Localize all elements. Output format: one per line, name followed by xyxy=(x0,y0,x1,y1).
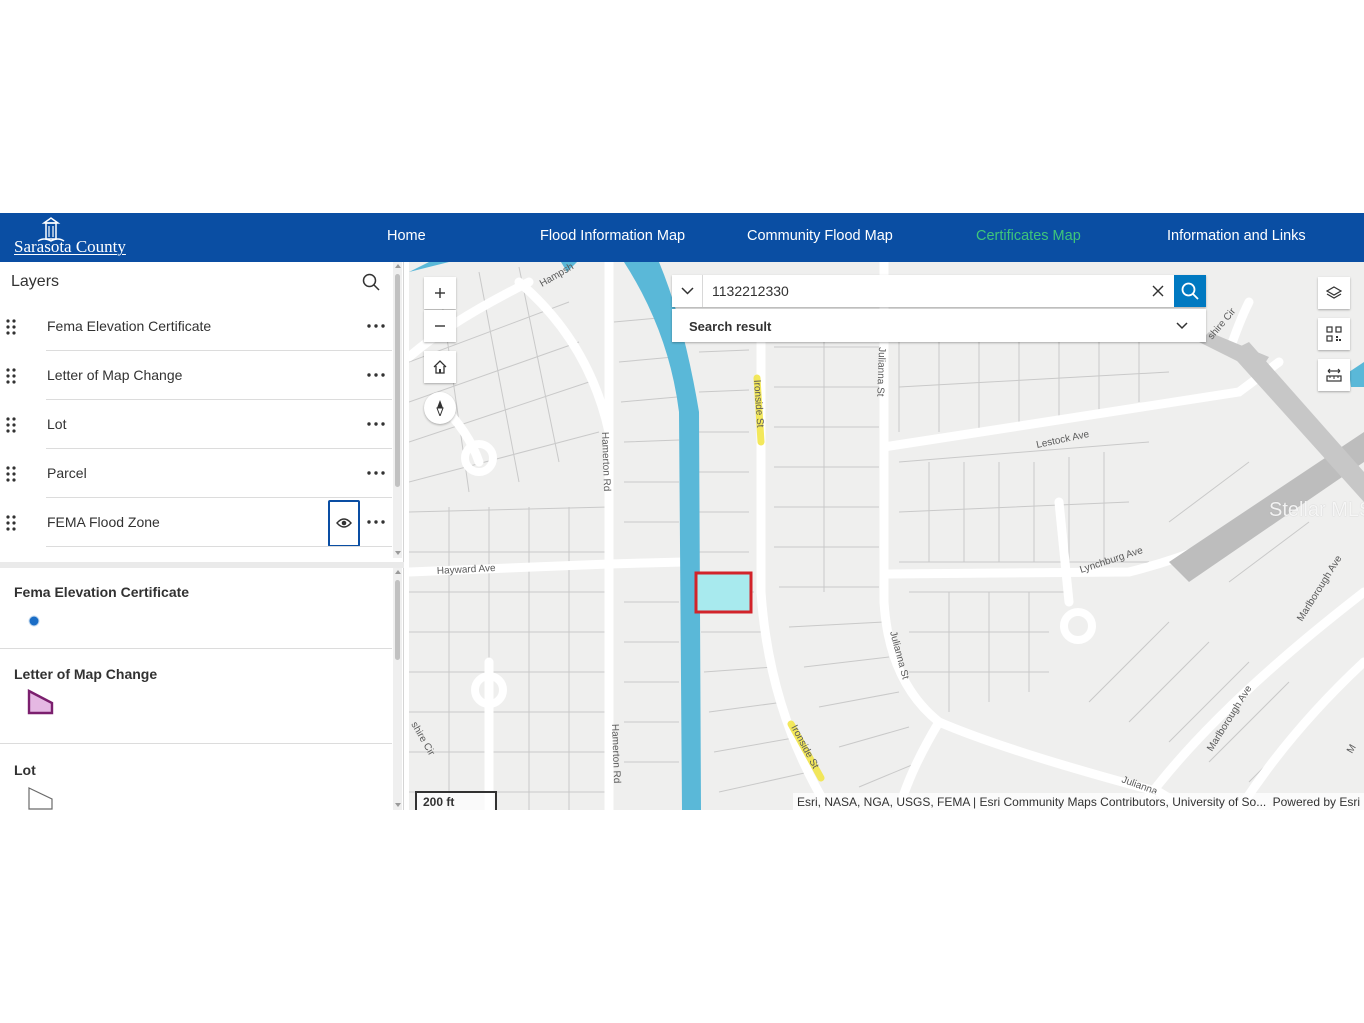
close-icon xyxy=(1152,285,1164,297)
legend-letter-of-map-change: Letter of Map Change xyxy=(0,649,392,744)
street-label-hamerton-top: Hamerton Rd xyxy=(599,432,612,492)
more-options-icon[interactable] xyxy=(364,463,388,483)
scroll-thumb[interactable] xyxy=(395,580,400,660)
chevron-down-icon xyxy=(681,287,694,295)
more-options-icon[interactable] xyxy=(364,512,388,532)
scale-label: 200 ft xyxy=(423,795,455,809)
layer-item-fema-flood-zone[interactable]: FEMA Flood Zone xyxy=(0,498,392,547)
nav-community-flood-map[interactable]: Community Flood Map xyxy=(747,228,893,244)
layer-list-button[interactable] xyxy=(1318,277,1350,309)
measure-icon xyxy=(1326,368,1342,382)
plus-icon xyxy=(435,288,445,298)
layer-label: Lot xyxy=(47,416,67,432)
drag-handle-icon[interactable] xyxy=(5,318,17,336)
attribution-text[interactable]: Esri, NASA, NGA, USGS, FEMA | Esri Commu… xyxy=(797,795,1266,809)
app-root: Sarasota County Home Flood Information M… xyxy=(0,213,1364,810)
legend-fema-elevation-certificate: Fema Elevation Certificate xyxy=(0,568,392,649)
search-icon xyxy=(1181,282,1199,300)
nav-information-and-links[interactable]: Information and Links xyxy=(1167,228,1306,244)
more-options-icon[interactable] xyxy=(364,365,388,385)
visibility-toggle[interactable] xyxy=(328,500,360,547)
layer-item-parcel[interactable]: Parcel xyxy=(0,449,392,498)
home-icon xyxy=(433,360,447,374)
drag-handle-icon[interactable] xyxy=(5,465,17,483)
logo-text: Sarasota County xyxy=(14,237,126,256)
top-nav-bar: Sarasota County Home Flood Information M… xyxy=(0,213,1364,262)
measure-button[interactable] xyxy=(1318,359,1350,391)
qr-grid-icon xyxy=(1326,326,1342,342)
street-label-julianna-top: Julianna St xyxy=(874,347,887,397)
drag-handle-icon[interactable] xyxy=(5,514,17,532)
layer-label: FEMA Flood Zone xyxy=(47,514,160,530)
county-logo[interactable]: Sarasota County xyxy=(14,217,144,259)
clear-search-button[interactable] xyxy=(1143,275,1173,307)
scroll-up-arrow[interactable] xyxy=(394,264,401,268)
layer-item-lot[interactable]: Lot xyxy=(0,400,392,449)
blue-dot-icon xyxy=(28,614,40,632)
more-options-icon[interactable] xyxy=(364,414,388,434)
search-icon[interactable] xyxy=(361,272,381,292)
street-label-hamerton-bottom: Hamerton Rd xyxy=(609,724,622,784)
chevron-down-icon[interactable] xyxy=(1174,318,1190,339)
layers-scrollbar[interactable] xyxy=(393,262,402,558)
basemap: Hampsh Hamerton Rd Hamerton Rd Hayward A… xyxy=(409,262,1364,810)
compass-button[interactable] xyxy=(424,392,456,424)
legend-title: Lot xyxy=(14,762,36,778)
outline-polygon-icon xyxy=(27,786,55,815)
scroll-down-arrow[interactable] xyxy=(394,551,401,555)
scroll-up-arrow[interactable] xyxy=(394,570,401,574)
layer-item-letter-of-map-change[interactable]: Letter of Map Change xyxy=(0,351,392,400)
zoom-out-button[interactable] xyxy=(424,310,456,342)
selected-parcel[interactable] xyxy=(694,571,753,614)
watermark: Stellar MLS xyxy=(1269,499,1364,521)
zoom-in-button[interactable] xyxy=(424,277,456,309)
layers-title: Layers xyxy=(11,273,60,290)
search-button[interactable] xyxy=(1174,275,1206,307)
layers-header: Layers xyxy=(0,262,392,302)
search-result-panel[interactable]: Search result xyxy=(672,309,1206,342)
pink-polygon-icon xyxy=(27,689,55,720)
divider xyxy=(46,546,392,547)
map-view[interactable]: Hampsh Hamerton Rd Hamerton Rd Hayward A… xyxy=(409,262,1364,810)
scroll-down-arrow[interactable] xyxy=(394,803,401,807)
compass-icon xyxy=(436,400,444,416)
layers-panel: Layers Fema Elevation Certificate Letter… xyxy=(0,262,404,810)
layers-icon xyxy=(1326,286,1342,299)
search-result-label: Search result xyxy=(689,319,772,334)
legend-lot: Lot xyxy=(0,744,392,814)
layer-item-fema-elevation-certificate[interactable]: Fema Elevation Certificate xyxy=(0,302,392,351)
eye-icon xyxy=(336,518,352,528)
drag-handle-icon[interactable] xyxy=(5,416,17,434)
nav-flood-information-map[interactable]: Flood Information Map xyxy=(540,228,685,244)
legend-title: Letter of Map Change xyxy=(14,666,158,682)
layer-label: Parcel xyxy=(47,465,87,481)
layer-label: Fema Elevation Certificate xyxy=(47,318,212,334)
attribution-bar[interactable]: Esri, NASA, NGA, USGS, FEMA | Esri Commu… xyxy=(793,793,1364,810)
layer-label: Letter of Map Change xyxy=(47,367,183,383)
basemap-gallery-button[interactable] xyxy=(1318,318,1350,350)
minus-icon xyxy=(435,325,445,327)
search-widget xyxy=(672,275,1206,307)
nav-certificates-map[interactable]: Certificates Map xyxy=(976,228,1081,244)
search-source-dropdown[interactable] xyxy=(672,275,703,307)
drag-handle-icon[interactable] xyxy=(5,367,17,385)
home-button[interactable] xyxy=(424,351,456,383)
powered-by-esri-link[interactable]: Powered by Esri xyxy=(1273,795,1360,809)
legend-title: Fema Elevation Certificate xyxy=(14,584,190,600)
more-options-icon[interactable] xyxy=(364,316,388,336)
search-input[interactable] xyxy=(704,275,1144,307)
scale-bar: 200 ft xyxy=(415,791,497,810)
nav-home[interactable]: Home xyxy=(387,228,426,244)
legend-scrollbar[interactable] xyxy=(393,568,402,810)
scroll-thumb[interactable] xyxy=(395,274,400,487)
